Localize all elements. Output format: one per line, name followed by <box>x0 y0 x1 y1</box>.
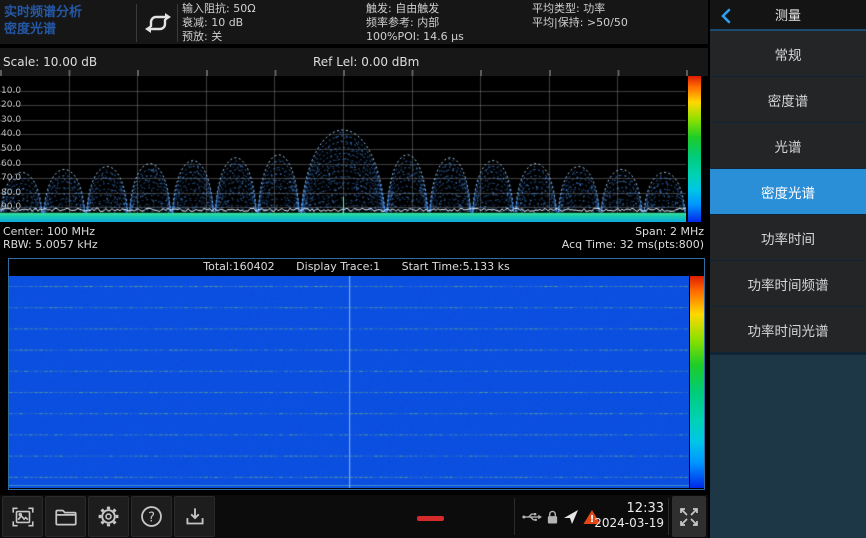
header-param: 触发: 自由触发 <box>366 2 464 16</box>
bottom-toolbar: ? <box>0 495 708 538</box>
toolbar-separator <box>668 498 669 535</box>
spectrogram-colorbar <box>690 276 704 488</box>
trigger-params-column: 触发: 自由触发频率参考: 内部100%POI: 14.6 μs <box>366 2 464 44</box>
y-axis-tick: 20.0 <box>1 100 21 110</box>
screenshot-button[interactable] <box>2 496 43 537</box>
send-arrow-icon <box>563 509 579 525</box>
main-area: 实时频谱分析 密度光谱 输入阻抗: 50Ω衰减: 10 dB预放: 关 触发: … <box>0 0 708 538</box>
continuous-sweep-icon[interactable] <box>141 9 175 37</box>
ref-level-label: Ref Lel: 0.00 dBm <box>313 55 419 69</box>
spectrogram-panel: Total:160402 Display Trace:1 Start Time:… <box>8 258 705 490</box>
usb-icon <box>521 509 542 525</box>
header-param: 频率参考: 内部 <box>366 16 464 30</box>
average-params-column: 平均类型: 功率平均|保持: >50/50 <box>532 2 628 30</box>
spectrogram-header: Total:160402 Display Trace:1 Start Time:… <box>9 259 704 276</box>
sidebar-header[interactable]: 测量 <box>710 0 866 31</box>
measurement-title: 实时频谱分析 密度光谱 <box>4 4 82 38</box>
center-frequency-label: Center: 100 MHz <box>3 225 98 238</box>
sidebar-item-7[interactable]: 功率时间光谱 <box>710 307 866 352</box>
rbw-label: RBW: 5.0057 kHz <box>3 238 98 251</box>
sidebar-item-6[interactable]: 功率时间频谱 <box>710 261 866 306</box>
sidebar-item-5[interactable]: 功率时间 <box>710 215 866 260</box>
y-axis-tick: 50.0 <box>1 144 21 154</box>
y-axis-tick: 90.0 <box>1 202 21 212</box>
y-axis-tick: 70.0 <box>1 173 21 183</box>
display-trace-label: Display Trace:1 <box>296 260 380 273</box>
header-param: 输入阻抗: 50Ω <box>182 2 256 16</box>
y-axis-tick: 60.0 <box>1 159 21 169</box>
sidebar-menu: 测量 常规密度谱光谱密度光谱功率时间功率时间频谱功率时间光谱 <box>710 0 866 538</box>
header-bar: 实时频谱分析 密度光谱 输入阻抗: 50Ω衰减: 10 dB预放: 关 触发: … <box>0 0 708 46</box>
app-title: 实时频谱分析 <box>4 4 82 21</box>
clock-block: 12:33 2024-03-19 <box>584 502 664 530</box>
sidebar-item-2[interactable]: 密度谱 <box>710 77 866 122</box>
y-axis-tick: 40.0 <box>1 129 21 139</box>
record-indicator <box>417 516 444 521</box>
y-axis-tick: 10.0 <box>1 86 21 96</box>
spectrogram-plot[interactable] <box>9 276 689 488</box>
toolbar-separator <box>514 498 515 535</box>
measurement-mode-label: 密度光谱 <box>4 21 82 38</box>
back-chevron-icon <box>720 8 731 24</box>
header-param: 平均|保持: >50/50 <box>532 16 628 30</box>
density-spectrum-area: 10.0 20.0 30.0 40.0 50.0 60.0 70.0 80.0 90.0 <box>0 76 708 222</box>
y-axis-tick: 80.0 <box>1 188 21 198</box>
expand-display-button[interactable] <box>672 496 706 537</box>
file-manager-button[interactable] <box>45 496 86 537</box>
settings-button[interactable] <box>88 496 129 537</box>
help-button[interactable]: ? <box>131 496 172 537</box>
spectrum-colorbar <box>688 76 701 222</box>
sidebar-title: 测量 <box>775 5 801 24</box>
header-separator <box>136 4 137 42</box>
header-param: 100%POI: 14.6 μs <box>366 30 464 44</box>
status-date: 2024-03-19 <box>584 516 664 530</box>
sidebar-item-3[interactable]: 光谱 <box>710 123 866 168</box>
total-frames-label: Total:160402 <box>203 260 274 273</box>
header-param: 预放: 关 <box>182 30 256 44</box>
sidebar-item-1[interactable]: 常规 <box>710 31 866 76</box>
analyzer-screen: 实时频谱分析 密度光谱 输入阻抗: 50Ω衰减: 10 dB预放: 关 触发: … <box>0 0 866 538</box>
status-time: 12:33 <box>584 502 664 516</box>
header-separator <box>177 4 178 42</box>
frequency-info-row: Center: 100 MHz RBW: 5.0057 kHz Span: 2 … <box>0 222 708 258</box>
svg-text:?: ? <box>148 510 155 525</box>
scale-label: Scale: 10.00 dB <box>3 55 97 69</box>
sidebar-items: 常规密度谱光谱密度光谱功率时间功率时间频谱功率时间光谱 <box>710 31 866 352</box>
start-time-label: Start Time:5.133 ks <box>402 260 510 273</box>
save-button[interactable] <box>174 496 215 537</box>
sidebar-empty-area <box>710 355 866 538</box>
span-label: Span: 2 MHz <box>562 225 704 238</box>
scale-row: Scale: 10.00 dB Ref Lel: 0.00 dBm <box>0 48 708 76</box>
sidebar-item-4[interactable]: 密度光谱 <box>710 169 866 214</box>
density-spectrum-plot[interactable] <box>0 76 686 222</box>
acq-time-label: Acq Time: 32 ms(pts:800) <box>562 238 704 251</box>
header-param: 衰减: 10 dB <box>182 16 256 30</box>
input-params-column: 输入阻抗: 50Ω衰减: 10 dB预放: 关 <box>182 2 256 44</box>
lock-icon <box>546 509 559 525</box>
expand-arrows-icon <box>676 504 702 530</box>
y-axis-tick: 30.0 <box>1 115 21 125</box>
header-param: 平均类型: 功率 <box>532 2 628 16</box>
